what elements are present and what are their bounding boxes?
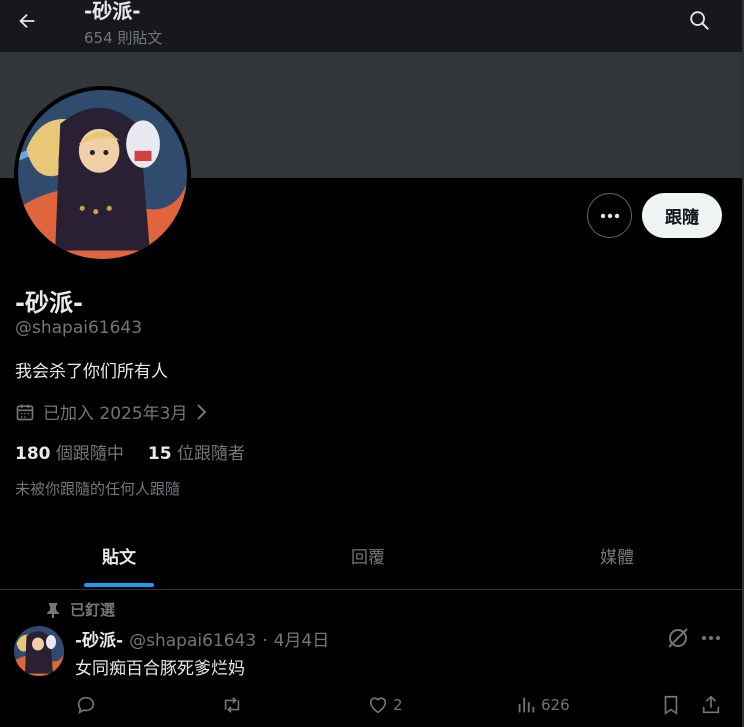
following-label: 個跟隨中 — [55, 444, 124, 464]
more-options-button[interactable] — [587, 193, 632, 238]
avatar-image — [18, 90, 187, 259]
profile-bio: 我会杀了你们所有人 — [15, 362, 168, 382]
follow-stats: 180 個跟隨中 15 位跟隨者 — [15, 439, 245, 464]
reply-icon — [75, 694, 97, 716]
bookmark-button[interactable] — [660, 690, 682, 720]
active-tab-indicator — [84, 583, 154, 587]
pin-icon — [46, 602, 60, 618]
search-button[interactable] — [684, 5, 714, 35]
search-icon — [688, 9, 710, 31]
more-horizontal-icon — [701, 635, 721, 641]
grok-button[interactable] — [666, 626, 690, 650]
post-actions: 2 626 — [0, 690, 742, 720]
views-button[interactable]: 626 — [515, 690, 570, 720]
back-button[interactable] — [12, 6, 42, 36]
like-count: 2 — [393, 696, 403, 714]
post-text: 女同痴百合豚死爹烂妈 — [75, 659, 245, 679]
repost-icon — [220, 694, 244, 716]
followers-count: 15 — [147, 444, 172, 464]
following-link[interactable]: 180 個跟隨中 — [15, 439, 124, 464]
more-horizontal-icon — [599, 212, 621, 220]
joined-text: 已加入 2025年3月 — [43, 404, 188, 424]
reply-button[interactable] — [75, 690, 101, 720]
bookmark-icon — [660, 694, 682, 716]
heart-icon — [367, 694, 389, 716]
post-more-button[interactable] — [699, 626, 723, 650]
repost-button[interactable] — [220, 690, 248, 720]
pinned-indicator: 已釘選 — [46, 599, 115, 620]
post-date[interactable]: 4月4日 — [274, 626, 330, 651]
calendar-icon — [15, 402, 35, 422]
followers-link[interactable]: 15 位跟隨者 — [148, 439, 245, 464]
post-handle[interactable]: @shapai61643 — [129, 631, 256, 651]
post-author[interactable]: -砂派- — [75, 626, 123, 651]
following-count: 180 — [15, 444, 51, 464]
post-header: -砂派- @shapai61643 · 4月4日 — [75, 626, 329, 651]
profile-handle: @shapai61643 — [15, 318, 143, 338]
views-count: 626 — [541, 696, 570, 714]
post-avatar[interactable] — [14, 626, 64, 676]
post-count: 654 則貼文 — [84, 29, 163, 47]
tab-replies[interactable]: 回覆 — [249, 520, 487, 590]
pinned-label: 已釘選 — [70, 601, 116, 619]
arrow-left-icon — [16, 10, 38, 32]
profile-avatar[interactable] — [14, 86, 191, 263]
views-icon — [515, 694, 537, 716]
like-button[interactable]: 2 — [367, 690, 403, 720]
page-title: -砂派- — [84, 0, 141, 23]
tab-media[interactable]: 媒體 — [498, 520, 736, 590]
tab-posts[interactable]: 貼文 — [0, 520, 238, 590]
profile-tabs: 貼文 回覆 媒體 — [0, 520, 742, 590]
share-icon — [700, 694, 722, 716]
follow-button[interactable]: 跟隨 — [642, 193, 722, 238]
grok-icon — [666, 626, 690, 650]
profile-name: -砂派- — [15, 289, 83, 317]
share-button[interactable] — [700, 690, 722, 720]
chevron-right-icon — [195, 403, 207, 421]
joined-date[interactable]: 已加入 2025年3月 — [15, 399, 207, 424]
post-separator: · — [262, 631, 268, 651]
top-bar: -砂派- 654 則貼文 — [0, 0, 742, 52]
not-followed-notice: 未被你跟隨的任何人跟隨 — [15, 480, 181, 498]
followers-label: 位跟隨者 — [176, 444, 245, 464]
